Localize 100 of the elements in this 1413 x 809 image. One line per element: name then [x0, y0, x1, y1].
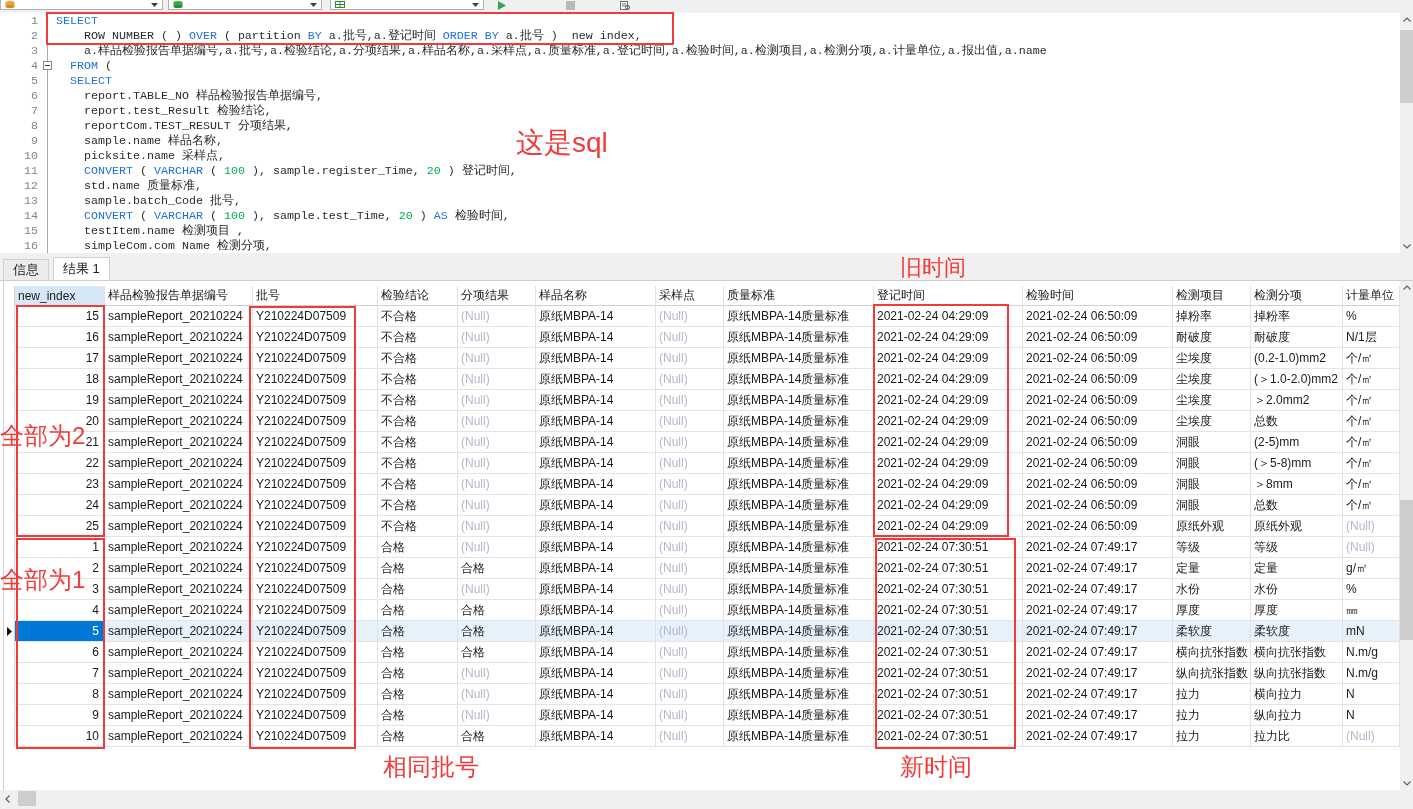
table-cell: 2021-02-24 04:29:09	[874, 327, 1023, 348]
result-tab[interactable]: 结果 1	[53, 257, 110, 280]
table-cell: 尘埃度	[1173, 411, 1251, 432]
table-cell: 合格	[458, 642, 536, 663]
dropdown-field[interactable]	[330, 0, 484, 10]
table-cell: 不合格	[378, 327, 458, 348]
table-cell: (Null)	[458, 453, 536, 474]
table-cell: 原纸MBPA-14质量标准	[724, 579, 874, 600]
table-cell: (Null)	[656, 432, 724, 453]
table-cell: 原纸MBPA-14	[536, 495, 656, 516]
table-cell: (Null)	[656, 579, 724, 600]
dropdown-field[interactable]	[168, 0, 322, 10]
table-cell: 掉粉率	[1173, 306, 1251, 327]
table-cell: 原纸MBPA-14质量标准	[724, 432, 874, 453]
code-line: std.name 质量标准,	[83, 178, 202, 193]
code-line: report.test_Result 检验结论,	[83, 103, 272, 118]
caret-icon[interactable]	[151, 2, 158, 7]
table-cell: 原纸MBPA-14	[536, 390, 656, 411]
table-cell: 2021-02-24 07:30:51	[874, 537, 1023, 558]
table-cell: 2021-02-24 04:29:09	[874, 348, 1023, 369]
column-header[interactable]: 检验时间	[1023, 286, 1173, 306]
table-cell: 2021-02-24 06:50:09	[1023, 390, 1173, 411]
table-cell: 洞眼	[1173, 453, 1251, 474]
table-cell: 合格	[458, 621, 536, 642]
scroll-thumb[interactable]	[18, 791, 36, 806]
table-cell: sampleReport_20210224	[105, 369, 253, 390]
table-cell: 尘埃度	[1173, 369, 1251, 390]
sql-editor[interactable]	[0, 13, 1400, 253]
scroll-thumb[interactable]	[1400, 500, 1413, 640]
table-cell: 2021-02-24 06:50:09	[1023, 327, 1173, 348]
column-header[interactable]: 批号	[253, 286, 378, 306]
table-cell: 2021-02-24 07:30:51	[874, 621, 1023, 642]
table-cell: (Null)	[656, 411, 724, 432]
line-number: 5	[30, 73, 38, 88]
column-header[interactable]: 采样点	[656, 286, 724, 306]
table-cell: Y210224D07509	[253, 348, 378, 369]
table-cell: 合格	[378, 558, 458, 579]
table-cell: (Null)	[656, 348, 724, 369]
caret-icon[interactable]	[310, 2, 317, 7]
line-number: 14	[23, 208, 38, 223]
table-cell: 合格	[378, 684, 458, 705]
column-header[interactable]: 检测项目	[1173, 286, 1251, 306]
table-cell: sampleReport_20210224	[105, 390, 253, 411]
code-line: report.TABLE_NO 样品检验报告单据编号,	[83, 88, 323, 103]
scroll-thumb[interactable]	[1400, 30, 1413, 103]
table-cell: 2021-02-24 07:30:51	[874, 579, 1023, 600]
table-cell: Y210224D07509	[253, 621, 378, 642]
table-cell: (Null)	[458, 306, 536, 327]
table-cell: sampleReport_20210224	[105, 621, 253, 642]
code-line: sample.batch_Code 批号,	[83, 193, 241, 208]
table-cell: 合格	[378, 705, 458, 726]
table-cell: 原纸MBPA-14	[536, 474, 656, 495]
table-cell: 2021-02-24 07:30:51	[874, 663, 1023, 684]
table-cell: (Null)	[656, 369, 724, 390]
column-header[interactable]: 检验结论	[378, 286, 458, 306]
run-button[interactable]	[498, 0, 506, 10]
code-line: SELECT	[70, 73, 112, 88]
explain-button[interactable]	[620, 0, 630, 10]
column-header[interactable]: 质量标准	[724, 286, 874, 306]
table-cell: 2021-02-24 06:50:09	[1023, 474, 1173, 495]
table-cell: 2021-02-24 06:50:09	[1023, 432, 1173, 453]
column-header[interactable]: 样品检验报告单据编号	[105, 286, 253, 306]
code-line: CONVERT ( VARCHAR ( 100 ), sample.register_Time, 20 ) 登记时间,	[83, 163, 517, 178]
code-line: SELECT	[56, 13, 98, 28]
table-cell: 2021-02-24 07:30:51	[874, 558, 1023, 579]
table-cell: 原纸MBPA-14质量标准	[724, 348, 874, 369]
dropdown-field[interactable]	[0, 0, 163, 10]
table-cell: 不合格	[378, 474, 458, 495]
table-cell: (Null)	[656, 705, 724, 726]
annotation-text: 相同批号	[383, 755, 479, 779]
table-cell: Y210224D07509	[253, 684, 378, 705]
table-cell: 2021-02-24 06:50:09	[1023, 453, 1173, 474]
table-cell: 原纸MBPA-14质量标准	[724, 369, 874, 390]
code-line: simpleCom.com Name 检测分项,	[83, 238, 272, 253]
vertical-scrollbar[interactable]	[1400, 281, 1413, 790]
table-cell: (Null)	[458, 684, 536, 705]
table-cell: 原纸MBPA-14	[536, 579, 656, 600]
column-header[interactable]: 分项结果	[458, 286, 536, 306]
table-cell: 2021-02-24 06:50:09	[1023, 495, 1173, 516]
table-cell: 18	[14, 369, 105, 390]
column-header[interactable]: new_index	[14, 286, 105, 306]
table-cell: (0.2-1.0)mm2	[1251, 348, 1343, 369]
caret-icon[interactable]	[472, 2, 479, 7]
table-cell: 1	[14, 537, 105, 558]
result-tab[interactable]: 信息	[3, 259, 49, 280]
line-number: 12	[23, 178, 38, 193]
table-cell: 合格	[458, 726, 536, 747]
collapse-icon[interactable]	[42, 61, 52, 70]
column-header[interactable]: 样品名称	[536, 286, 656, 306]
table-cell: (Null)	[458, 369, 536, 390]
code-line: testItem.name 检测项目 ,	[83, 223, 244, 238]
table-cell: (Null)	[656, 684, 724, 705]
column-header[interactable]: 检测分项	[1251, 286, 1343, 306]
line-number: 11	[23, 163, 38, 178]
table-cell: 5	[14, 621, 105, 642]
column-header[interactable]: 登记时间	[874, 286, 1023, 306]
table-cell: 不合格	[378, 390, 458, 411]
table-cell: 尘埃度	[1173, 348, 1251, 369]
table-cell: 2021-02-24 07:30:51	[874, 705, 1023, 726]
table-cell: 2021-02-24 06:50:09	[1023, 516, 1173, 537]
